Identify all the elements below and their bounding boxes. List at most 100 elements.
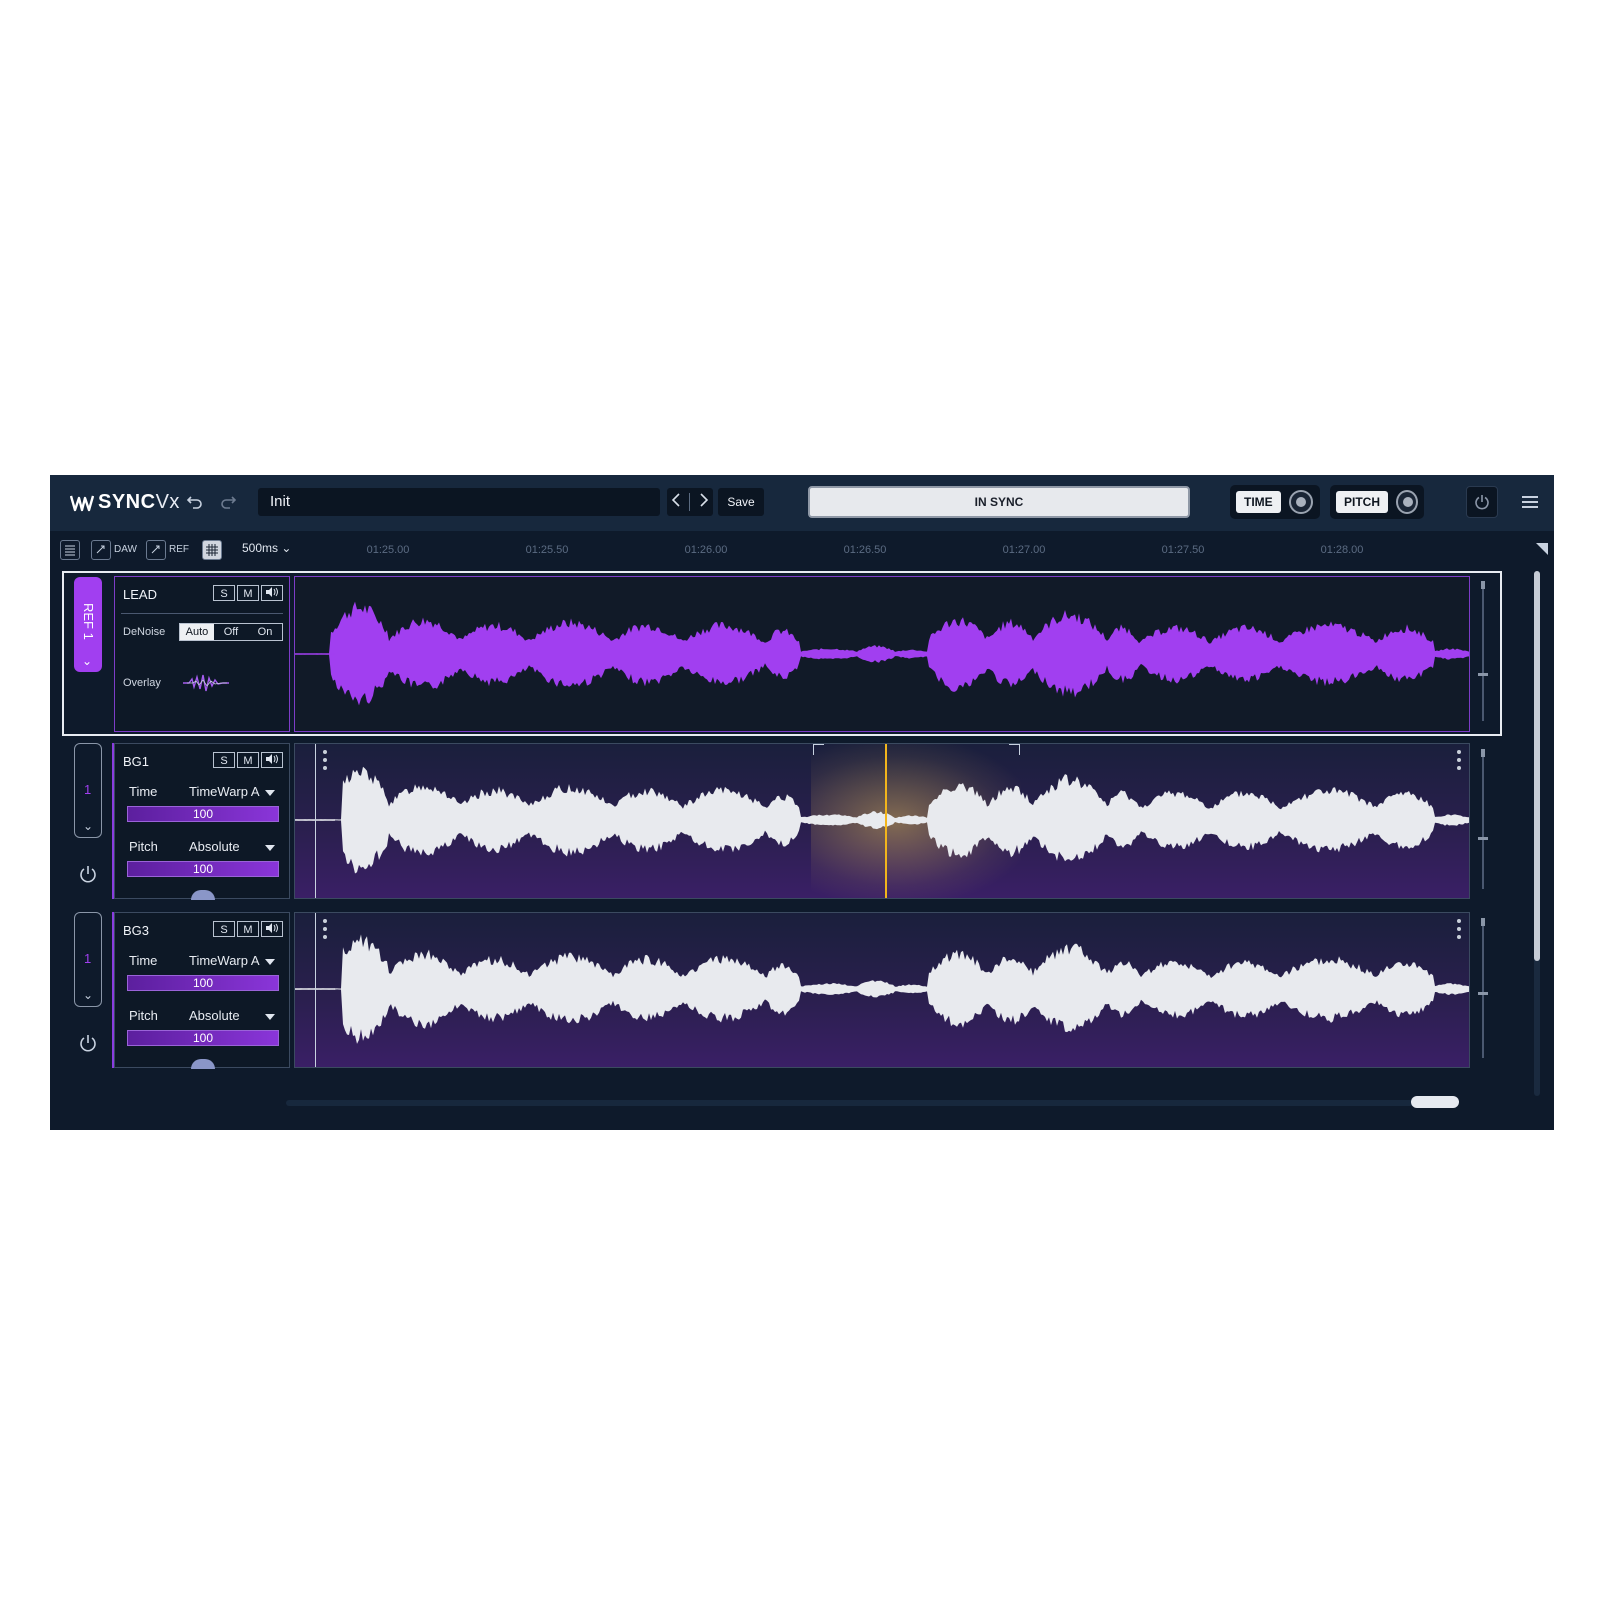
ref-tab[interactable]: REF 1 ⌄ (74, 577, 102, 672)
lead-control-panel: LEAD S M DeNoise Auto Off On Overlay (114, 576, 290, 732)
time-knob[interactable] (1288, 490, 1313, 514)
redo-icon (221, 496, 237, 509)
mute-button[interactable]: M (237, 585, 259, 601)
denoise-auto-option[interactable]: Auto (180, 624, 214, 640)
listen-button[interactable] (261, 752, 283, 768)
daw-label: DAW (114, 544, 137, 555)
pitch-mode-dropdown[interactable]: Pitch Absolute (125, 1006, 281, 1028)
pitch-amount-slider[interactable]: 100 (127, 861, 279, 877)
bg1-control-panel: BG1 S M Time TimeWarp A 100 Pitch Absolu… (114, 743, 290, 900)
dropdown-arrow-icon (265, 790, 275, 796)
bg1-waveform-area[interactable] (294, 743, 1470, 899)
lead-waveform-area[interactable] (294, 576, 1470, 732)
pitch-button[interactable]: PITCH (1336, 491, 1388, 513)
grid-icon (206, 544, 218, 556)
preset-navigation (667, 488, 713, 516)
region-menu-icon[interactable] (323, 750, 327, 770)
time-amount-slider[interactable]: 100 (127, 975, 279, 991)
chevron-down-icon: ⌄ (83, 988, 94, 1002)
time-label: Time (129, 953, 158, 968)
time-amount-slider[interactable]: 100 (127, 806, 279, 822)
track-power-icon[interactable] (77, 863, 99, 885)
track-zoom-slider[interactable] (1478, 749, 1488, 889)
overlay-label: Overlay (123, 677, 161, 689)
previous-preset-button[interactable] (671, 492, 681, 513)
solo-button[interactable]: S (213, 752, 235, 768)
time-mode-dropdown[interactable]: Time TimeWarp A (125, 782, 281, 804)
ref-label: REF (169, 544, 189, 555)
listen-button[interactable] (261, 585, 283, 601)
listen-button[interactable] (261, 921, 283, 937)
daw-sync-button[interactable] (91, 540, 111, 560)
slider-handle[interactable] (1478, 992, 1488, 995)
pitch-knob[interactable] (1396, 490, 1418, 514)
track-name: BG1 (123, 754, 150, 769)
time-button[interactable]: TIME (1236, 491, 1281, 513)
group-tab[interactable]: 1 ⌄ (74, 912, 102, 1007)
timeline-tick-label: 01:25.50 (525, 544, 569, 556)
corner-resize-icon[interactable] (1536, 543, 1548, 555)
grid-resolution-value: 500ms (242, 541, 279, 555)
horizontal-scrollbar-thumb[interactable] (1411, 1096, 1459, 1108)
redo-button[interactable] (216, 490, 240, 514)
grid-resolution-dropdown[interactable]: 500ms ⌄ (242, 541, 291, 555)
track-power-icon[interactable] (77, 1032, 99, 1054)
mute-button[interactable]: M (237, 921, 259, 937)
group-tab[interactable]: 1 ⌄ (74, 743, 102, 838)
time-mode-value: TimeWarp A (189, 953, 260, 968)
undo-icon (186, 496, 202, 509)
denoise-off-option[interactable]: Off (214, 624, 248, 640)
timeline-tick-label: 01:25.00 (366, 544, 410, 556)
horizontal-scrollbar-track[interactable] (286, 1100, 1456, 1106)
waveform-shape (295, 934, 1469, 1044)
slider-handle[interactable] (1478, 673, 1488, 676)
ref-sync-button[interactable] (146, 540, 166, 560)
playhead-marker[interactable] (885, 744, 887, 898)
slider-top (1481, 749, 1485, 757)
range-end-flag-icon[interactable] (1009, 744, 1020, 755)
solo-button[interactable]: S (213, 585, 235, 601)
grid-toggle-button[interactable] (202, 540, 222, 560)
slider-handle[interactable] (1478, 837, 1488, 840)
preset-name-field[interactable]: Init (258, 488, 660, 516)
track-name: BG3 (123, 923, 150, 938)
slider-top (1481, 581, 1485, 589)
pitch-label: Pitch (129, 1008, 158, 1023)
save-button[interactable]: Save (718, 488, 764, 516)
dropdown-arrow-icon (265, 959, 275, 965)
pitch-amount-slider[interactable]: 100 (127, 1030, 279, 1046)
track-zoom-slider[interactable] (1478, 581, 1488, 721)
plugin-power-button[interactable] (1466, 486, 1498, 518)
waves-logo-icon (70, 495, 94, 511)
bg3-control-panel: BG3 S M Time TimeWarp A 100 Pitch Absolu… (114, 912, 290, 1069)
top-bar: SYNCVx Init Save IN SYNC TIME PITCH (50, 475, 1554, 531)
menu-icon-line (1522, 496, 1538, 498)
mute-button[interactable]: M (237, 752, 259, 768)
region-menu-icon[interactable] (1457, 750, 1461, 770)
solo-button[interactable]: S (213, 921, 235, 937)
track-zoom-slider[interactable] (1478, 918, 1488, 1058)
undo-button[interactable] (183, 490, 207, 514)
syncvx-plugin-window: SYNCVx Init Save IN SYNC TIME PITCH DAW … (50, 475, 1554, 1130)
region-menu-icon[interactable] (1457, 919, 1461, 939)
next-preset-button[interactable] (699, 492, 709, 513)
list-view-button[interactable] (60, 540, 80, 560)
solo-mute-group: S M (213, 752, 283, 768)
pitch-mode-value: Absolute (189, 839, 240, 854)
vertical-scrollbar-thumb[interactable] (1534, 571, 1540, 961)
denoise-selector: Auto Off On (179, 623, 283, 641)
timeline-tick-label: 01:26.50 (843, 544, 887, 556)
hamburger-menu-button[interactable] (1518, 490, 1542, 514)
expand-panel-button[interactable] (191, 1059, 215, 1069)
timeline-tick-label: 01:26.00 (684, 544, 728, 556)
region-menu-icon[interactable] (323, 919, 327, 939)
pitch-mode-dropdown[interactable]: Pitch Absolute (125, 837, 281, 859)
time-mode-dropdown[interactable]: Time TimeWarp A (125, 951, 281, 973)
bg3-waveform-area[interactable] (294, 912, 1470, 1068)
overlay-waveform-icon[interactable] (183, 671, 229, 695)
range-start-flag-icon[interactable] (813, 744, 824, 755)
denoise-on-option[interactable]: On (248, 624, 282, 640)
menu-icon-line (1522, 501, 1538, 503)
bg3-waveform (295, 934, 1469, 1044)
expand-panel-button[interactable] (191, 890, 215, 900)
